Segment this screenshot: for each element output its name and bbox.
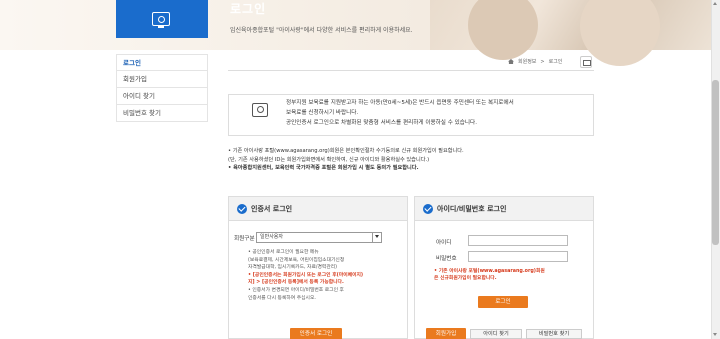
cert-login-button[interactable]: 인증서 로그인 [290,328,342,339]
cert-note: 인증서를 다시 등록하여 주십시오. [248,295,316,301]
cert-note: • [공인인증서는 회원가입시 또는 로그인 후(마이페이지) [248,272,364,278]
notice-item: (단, 기존 사용하셨던 ID는 회원가입화면에서 확인하여, 신규 아이디와 … [228,156,430,163]
divider [228,70,594,71]
member-type-select[interactable]: 일반사용자 [256,232,382,243]
scrollbar-thumb[interactable] [712,80,719,245]
scroll-down-arrow-icon[interactable] [713,333,717,336]
check-circle-icon [237,203,247,214]
panel-header: 인증서 로그인 [229,197,407,221]
password-input[interactable] [468,251,568,262]
breadcrumb-item[interactable]: 회원정보 [518,58,536,65]
id-panel-note: • 기존 아이사랑 포털(www.agasarang.org)회원 은 신규회원… [434,268,584,282]
join-button[interactable]: 회원가입 [426,328,466,339]
computer-icon [252,103,268,117]
breadcrumb-item-current: 로그인 [548,59,563,65]
find-id-button[interactable]: 아이디 찾기 [470,329,522,339]
cert-note: • 인증서가 변경되면 아이디/비밀번호 로그인 후 [248,287,344,293]
notice-item: • 육아종합지원센터, 보육인력 국가자격증 포털은 회원가입 시 별도 동의가… [228,165,419,171]
check-circle-icon [423,203,433,214]
monitor-stand-icon [158,26,164,28]
id-label: 아이디 [436,240,452,246]
member-type-value: 일반사용자 [260,234,284,240]
sidebar-item-find-id[interactable]: 아이디 찾기 [116,88,208,105]
cert-note: • 공인인증서 로그인이 필요한 메뉴 [248,250,319,255]
home-icon[interactable] [508,59,514,64]
breadcrumb: 회원정보 > 로그인 [508,58,562,65]
panel-title: 아이디/비밀번호 로그인 [437,204,507,213]
info-line: 보육료를 신청하시기 바랍니다. [286,110,359,116]
find-password-button[interactable]: 비밀번호 찾기 [526,329,582,339]
chevron-down-icon [372,233,381,242]
banner-photo [430,0,720,66]
sidebar-item-join[interactable]: 회원가입 [116,71,208,88]
login-button[interactable]: 로그인 [478,296,528,308]
password-label: 비밀번호 [436,256,457,262]
cert-note: 지] > [공인인증서 등록]에서 등록 가능합니다. [248,280,344,286]
panel-header: 아이디/비밀번호 로그인 [415,197,593,221]
panel-title: 인증서 로그인 [251,204,293,213]
cert-note: 자격발급대학, 임시기록카드, 자료/경력관리) [248,265,338,271]
id-input[interactable] [468,235,568,246]
info-line: 정부지원 보육료를 지원받고자 하는 아동(만0세~5세)은 반드시 읍면동 주… [286,100,514,106]
sidebar-item-login[interactable]: 로그인 [116,54,208,71]
sidebar: 로그인 회원가입 아이디 찾기 비밀번호 찾기 [116,54,208,122]
notice-item: • 기존 아이사랑 포털(www.agasarang.org)회원은 본인확인절… [228,148,464,154]
print-button[interactable] [580,56,592,68]
scroll-up-arrow-icon[interactable] [713,2,717,5]
breadcrumb-separator: > [540,58,545,65]
info-text: 정부지원 보육료를 지원받고자 하는 아동(만0세~5세)은 반드시 읍면동 주… [286,98,514,128]
id-note-line: • 기존 아이사랑 포털(www.agasarang.org)회원 [434,269,545,274]
cert-notes: • 공인인증서 로그인이 필요한 메뉴 (보육료결제, 시간제보육, 어린이집입… [248,249,398,302]
sidebar-item-find-password[interactable]: 비밀번호 찾기 [116,105,208,122]
member-type-label: 회원구분 [234,236,255,242]
id-note-line: 은 신규회원가입이 필요합니다. [434,276,497,281]
page-description: 임신육아종합포털 "아이사랑"에서 다양한 서비스를 편리하게 이용하세요. [230,27,413,34]
notice-list: • 기존 아이사랑 포털(www.agasarang.org)회원은 본인확인절… [228,147,464,173]
info-line: 공인인증서 로그인으로 차별화된 맞춤형 서비스를 편리하게 이용하실 수 있습… [286,120,477,126]
monitor-icon [152,12,170,26]
cert-note: (보육료결제, 시간제보육, 어린이집입소대기신청 [248,257,345,263]
page-title: 로그인 [230,2,267,16]
